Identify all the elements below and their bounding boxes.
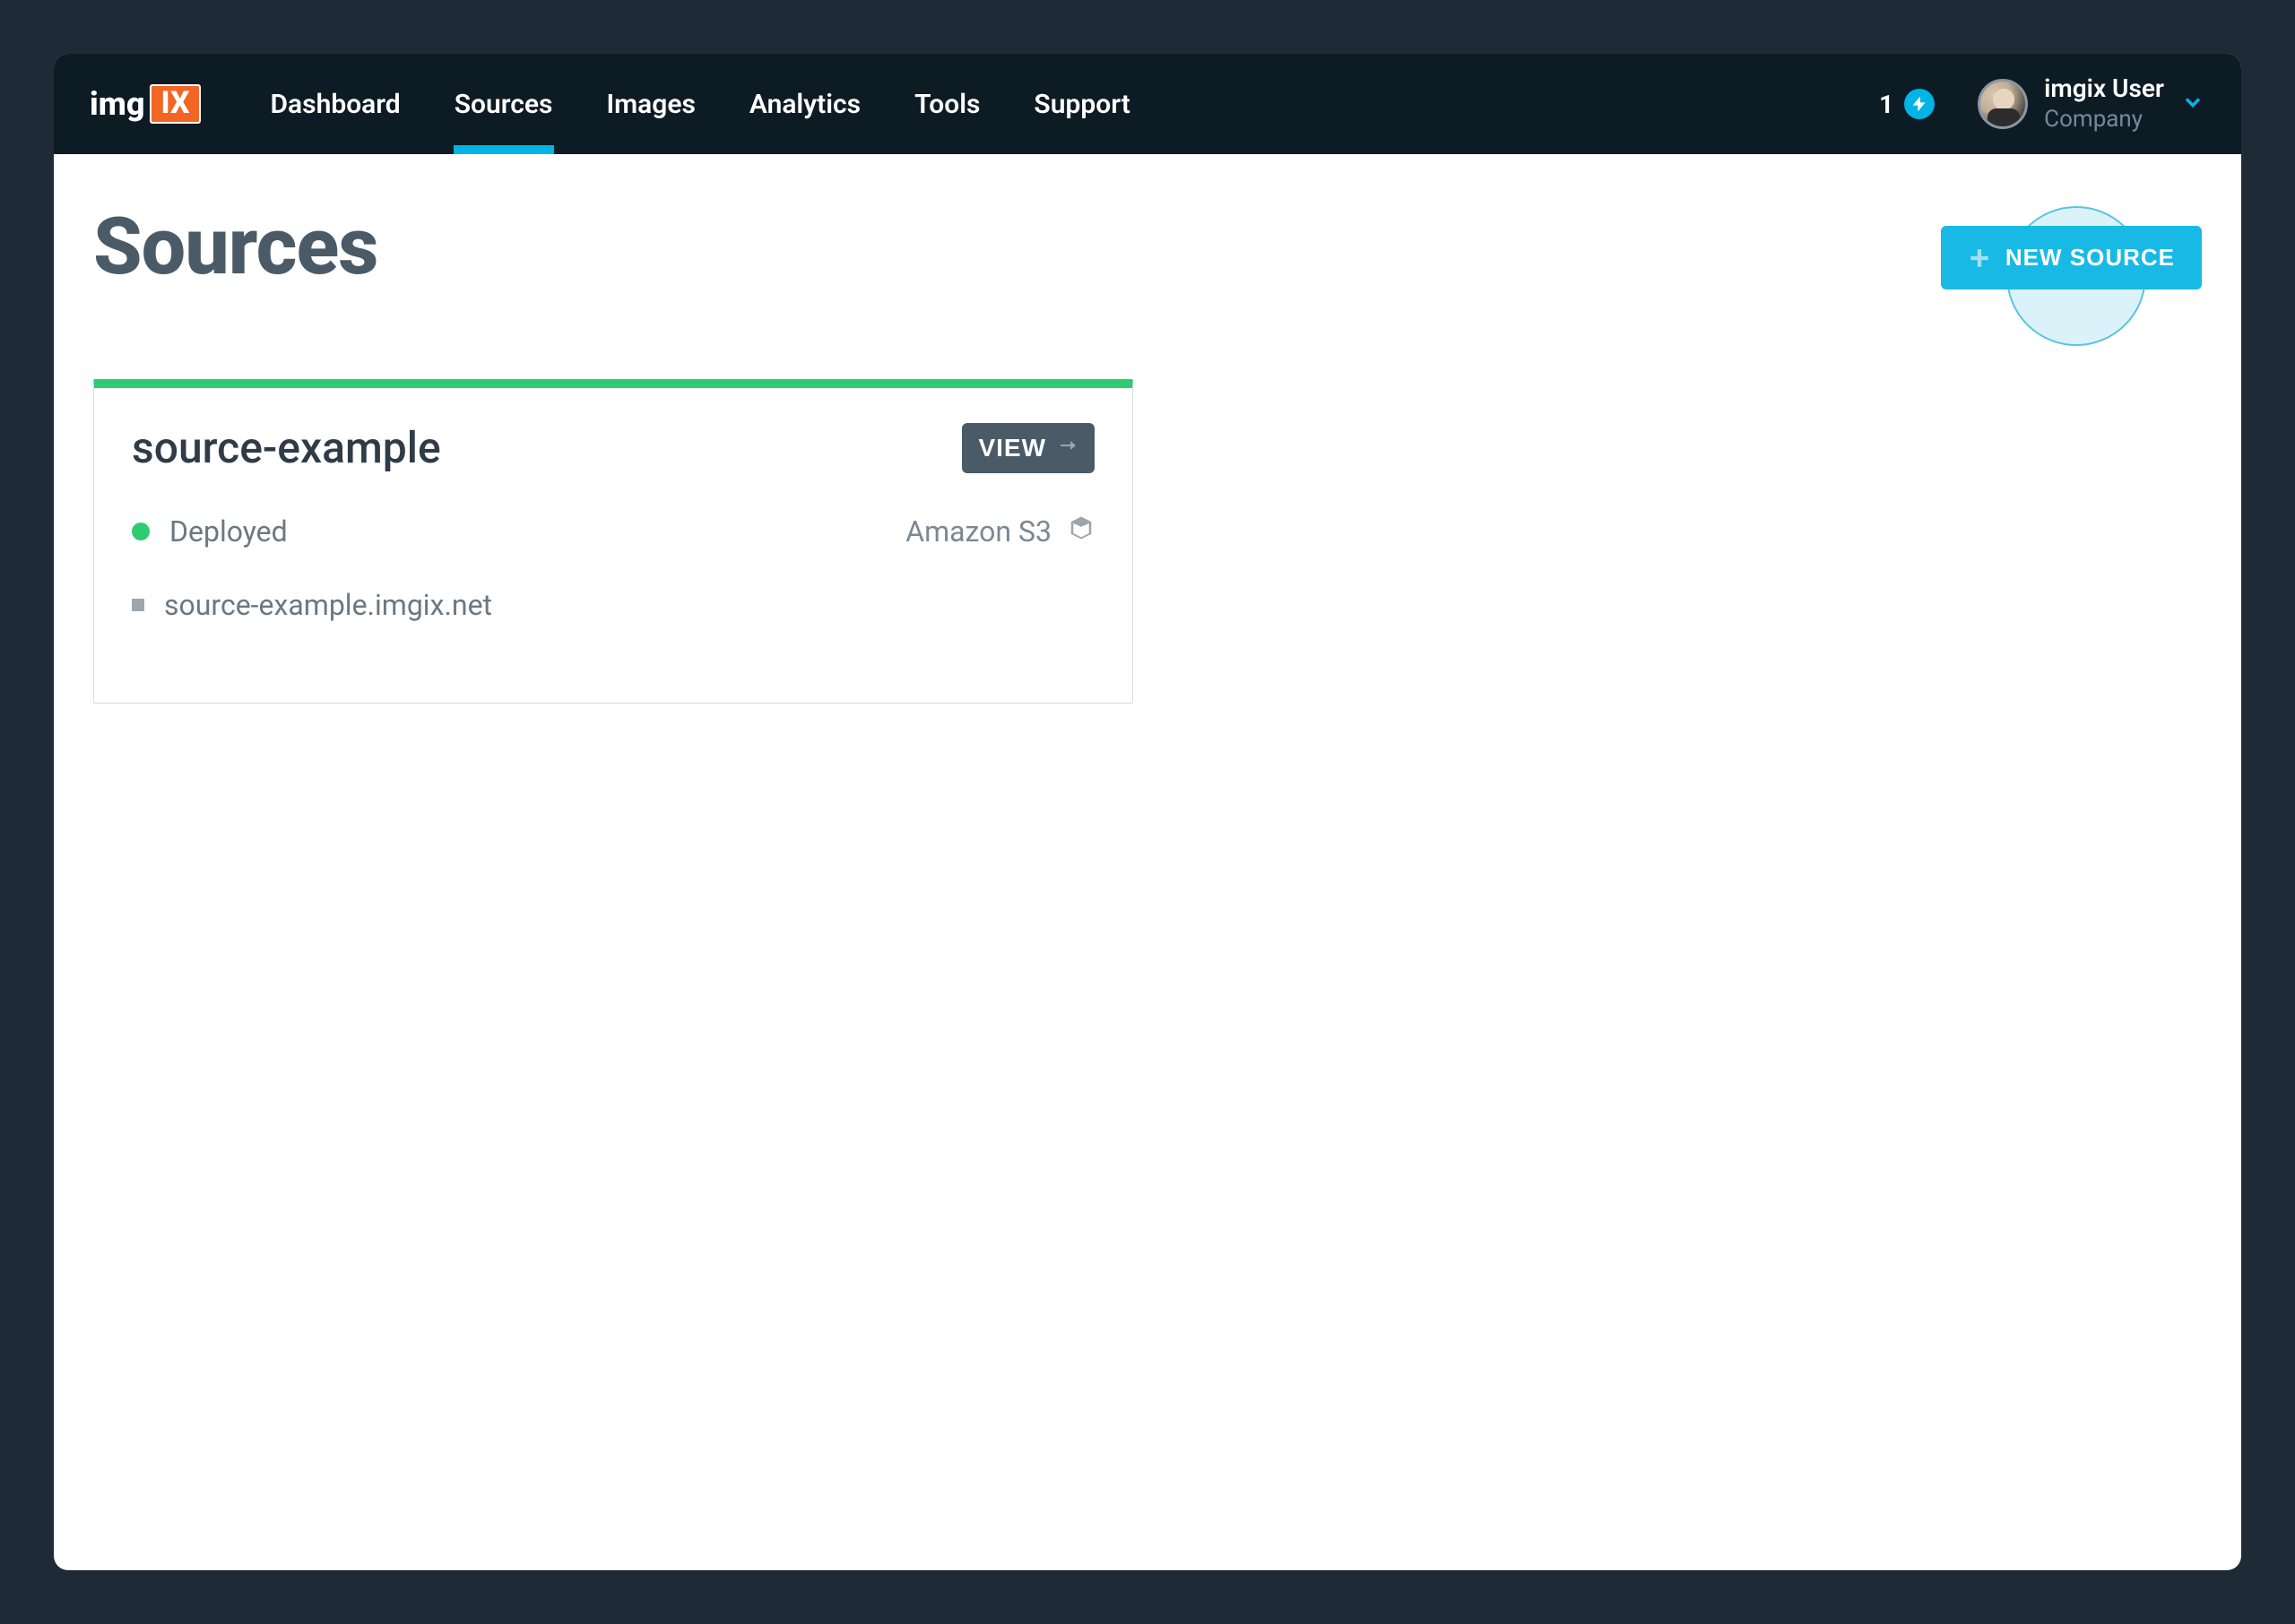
source-name: source-example bbox=[132, 422, 441, 473]
view-source-button[interactable]: VIEW bbox=[962, 423, 1095, 473]
logo-text-ix: IX bbox=[150, 84, 200, 124]
provider-right: Amazon S3 bbox=[905, 514, 1095, 549]
nav-images[interactable]: Images bbox=[579, 54, 722, 154]
top-nav: Dashboard Sources Images Analytics Tools… bbox=[244, 54, 1157, 154]
nav-analytics[interactable]: Analytics bbox=[723, 54, 888, 154]
app-frame: img IX Dashboard Sources Images Analytic… bbox=[54, 54, 2241, 1570]
main-content: Sources NEW SOURCE source-example VIEW bbox=[54, 154, 2241, 1570]
logo-text-img: img bbox=[90, 85, 144, 123]
nav-support[interactable]: Support bbox=[1007, 54, 1156, 154]
user-menu[interactable]: imgix User Company bbox=[1978, 73, 2205, 135]
provider-text: Amazon S3 bbox=[905, 514, 1052, 549]
topbar-right: 1 imgix User Company bbox=[1879, 73, 2205, 135]
new-source-button[interactable]: NEW SOURCE bbox=[1941, 226, 2202, 289]
nav-tools[interactable]: Tools bbox=[888, 54, 1007, 154]
sources-grid: source-example VIEW Deployed Amazon S bbox=[93, 379, 2202, 704]
user-company: Company bbox=[2044, 105, 2164, 135]
notification-count: 1 bbox=[1879, 90, 1893, 119]
card-domain-row: source-example.imgix.net bbox=[132, 588, 1095, 622]
card-header: source-example VIEW bbox=[132, 422, 1095, 473]
view-label: VIEW bbox=[978, 434, 1046, 462]
chevron-down-icon bbox=[2180, 90, 2205, 118]
status-dot-icon bbox=[132, 523, 150, 540]
square-bullet-icon bbox=[132, 599, 144, 611]
new-source-label: NEW SOURCE bbox=[2005, 244, 2175, 272]
topbar: img IX Dashboard Sources Images Analytic… bbox=[54, 54, 2241, 154]
page-header: Sources NEW SOURCE bbox=[93, 201, 2202, 293]
arrow-right-icon bbox=[1057, 434, 1078, 462]
status-text: Deployed bbox=[169, 514, 288, 549]
user-text: imgix User Company bbox=[2044, 73, 2164, 135]
source-card: source-example VIEW Deployed Amazon S bbox=[93, 379, 1133, 704]
user-name: imgix User bbox=[2044, 73, 2164, 105]
plus-icon bbox=[1968, 246, 1991, 270]
avatar bbox=[1978, 79, 2028, 129]
bolt-icon bbox=[1904, 89, 1935, 119]
nav-sources[interactable]: Sources bbox=[428, 54, 580, 154]
logo[interactable]: img IX bbox=[90, 84, 201, 124]
source-domain: source-example.imgix.net bbox=[164, 588, 492, 622]
box-icon bbox=[1068, 514, 1095, 549]
status-left: Deployed bbox=[132, 514, 288, 549]
card-status-row: Deployed Amazon S3 bbox=[132, 514, 1095, 549]
page-title: Sources bbox=[93, 201, 377, 293]
notifications-button[interactable]: 1 bbox=[1879, 89, 1935, 119]
nav-dashboard[interactable]: Dashboard bbox=[244, 54, 428, 154]
